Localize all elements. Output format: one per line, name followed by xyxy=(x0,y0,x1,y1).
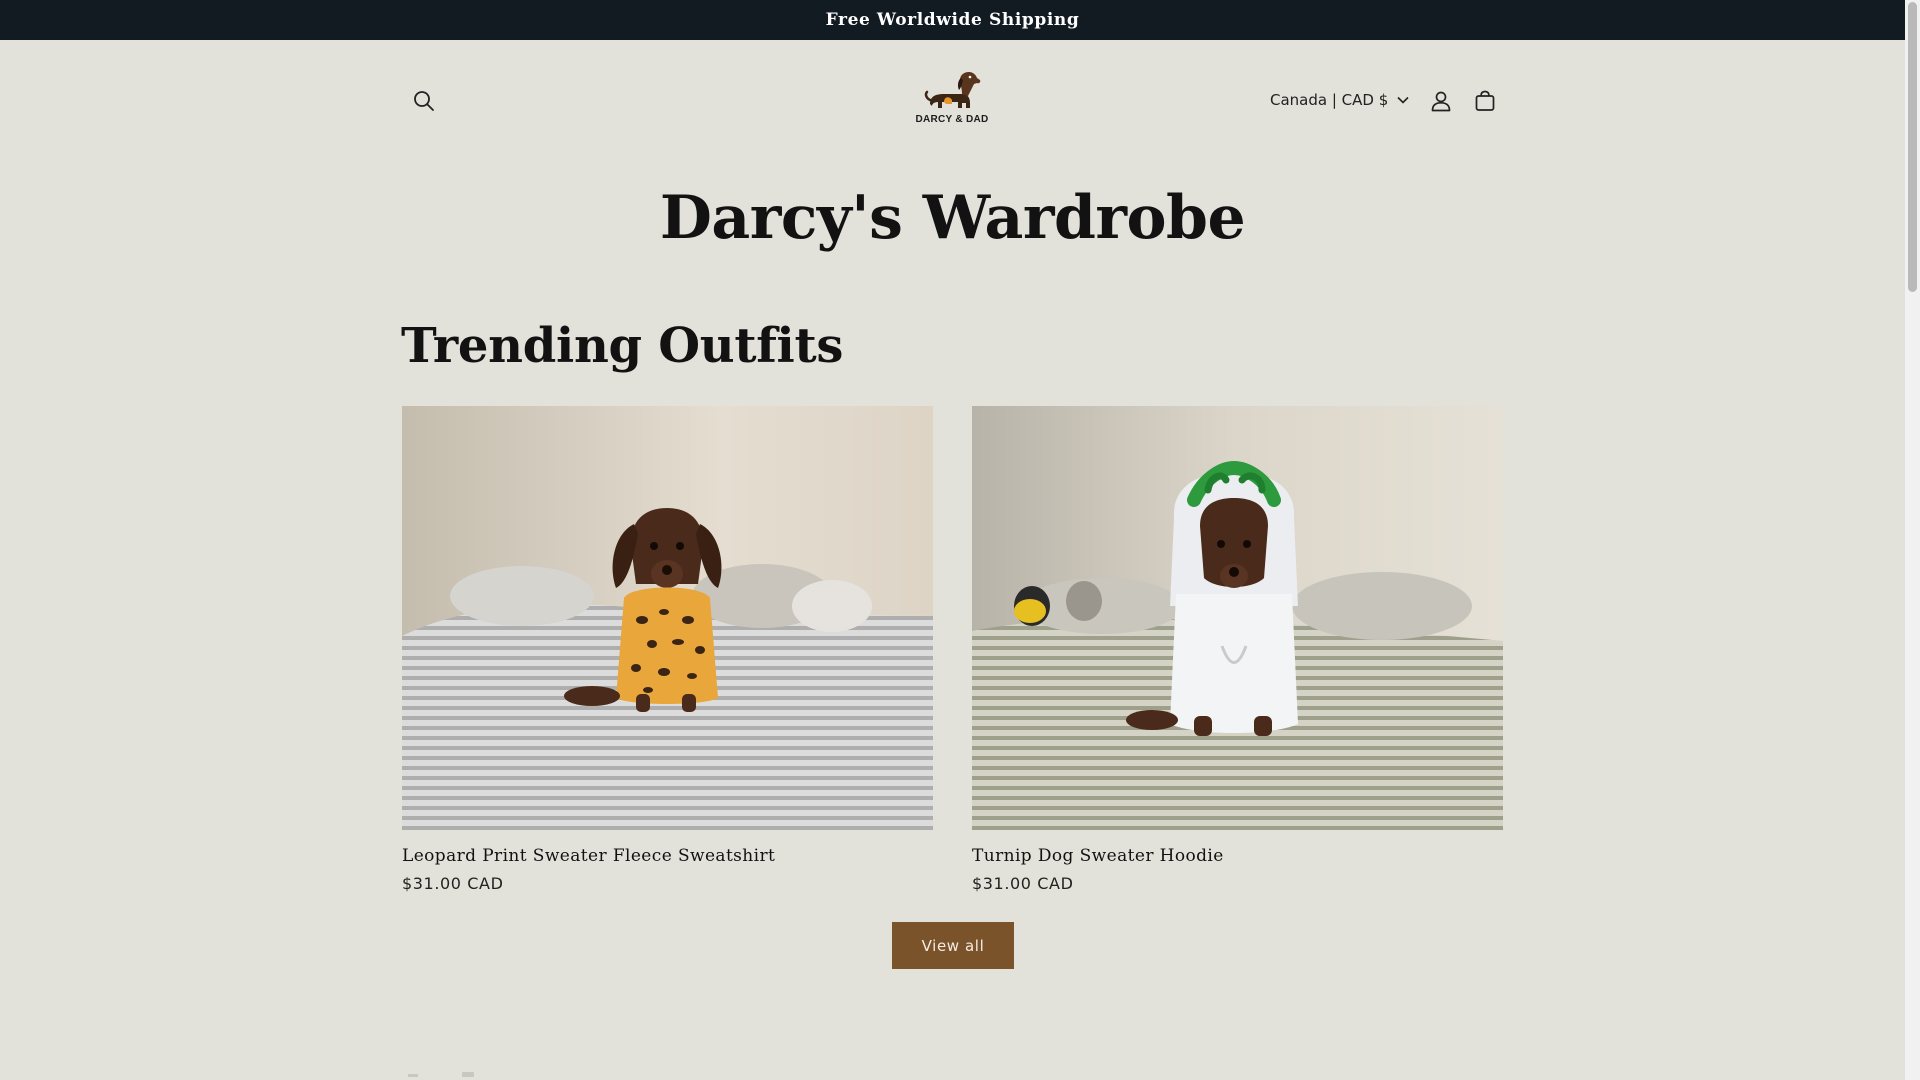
product-title[interactable]: Leopard Print Sweater Fleece Sweatshirt xyxy=(402,846,933,866)
scrollbar-thumb[interactable] xyxy=(1908,2,1917,292)
announcement-bar: Free Worldwide Shipping xyxy=(0,0,1905,40)
site-logo[interactable]: DARCY & DAD xyxy=(905,70,999,132)
collection-title: Trending Outfits xyxy=(401,318,844,374)
product-card[interactable]: Turnip Dog Sweater Hoodie $31.00 CAD xyxy=(972,406,1503,893)
view-all-button[interactable]: View all xyxy=(892,922,1014,969)
cart-icon xyxy=(1475,90,1495,111)
search-icon xyxy=(414,91,434,111)
product-price: $31.00 CAD xyxy=(972,874,1074,893)
dachshund-logo-icon xyxy=(924,72,981,108)
product-image-leopard-sweater[interactable] xyxy=(402,406,933,830)
locale-label: Canada | CAD $ xyxy=(1270,91,1389,109)
product-card[interactable]: Leopard Print Sweater Fleece Sweatshirt … xyxy=(402,406,933,893)
product-title[interactable]: Turnip Dog Sweater Hoodie xyxy=(972,846,1503,866)
page-title: Darcy's Wardrobe xyxy=(659,183,1246,253)
cart-button[interactable] xyxy=(1463,79,1507,123)
search-button[interactable] xyxy=(402,79,446,123)
chevron-down-icon xyxy=(1397,96,1409,104)
site-header: DARCY & DAD Canada | CAD $ xyxy=(0,40,1905,158)
next-section-peek xyxy=(408,1072,474,1077)
page-scrollbar[interactable] xyxy=(1905,0,1920,1080)
product-price: $31.00 CAD xyxy=(402,874,504,893)
user-icon xyxy=(1431,91,1451,112)
account-button[interactable] xyxy=(1419,79,1463,123)
country-currency-selector[interactable]: Canada | CAD $ xyxy=(1270,85,1409,115)
product-image-turnip-hoodie[interactable] xyxy=(972,406,1503,830)
announcement-text: Free Worldwide Shipping xyxy=(825,10,1080,30)
logo-text: DARCY & DAD xyxy=(915,114,989,125)
